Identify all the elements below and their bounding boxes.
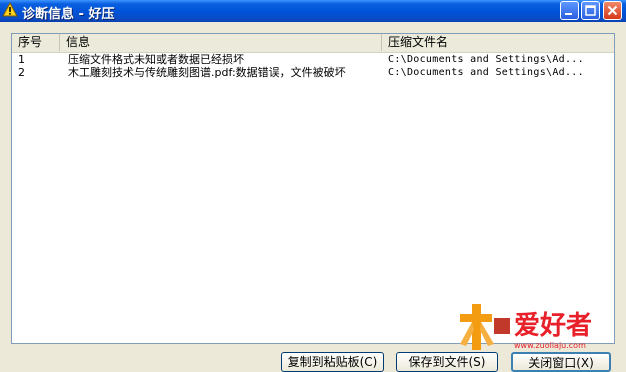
minimize-icon (565, 13, 572, 15)
column-header-message[interactable]: 信息 (60, 34, 382, 51)
maximize-button[interactable] (581, 1, 600, 20)
diagnostics-list[interactable]: 序号 信息 压缩文件名 1 压缩文件格式未知或者数据已经损坏 C:\Docume… (11, 33, 615, 344)
minimize-button[interactable] (560, 1, 579, 20)
window-title: 诊断信息 - 好压 (22, 7, 115, 22)
copy-to-clipboard-button[interactable]: 复制到粘贴板(C) (281, 352, 384, 372)
table-row[interactable]: 1 压缩文件格式未知或者数据已经损坏 C:\Documents and Sett… (12, 53, 614, 66)
maximize-icon (585, 5, 596, 16)
close-button[interactable] (603, 1, 622, 20)
list-header: 序号 信息 压缩文件名 (12, 34, 614, 53)
row-index: 2 (18, 66, 25, 79)
save-to-file-button[interactable]: 保存到文件(S) (396, 352, 498, 372)
watermark-brand-text: 爱好者 (514, 311, 592, 341)
close-window-button[interactable]: 关闭窗口(X) (511, 352, 611, 372)
row-message: 木工雕刻技术与传统雕刻图谱.pdf:数据错误，文件被破坏 (68, 66, 346, 79)
column-header-index[interactable]: 序号 (12, 34, 60, 51)
watermark-logo: 爱好者 www.zuoliaju.com (460, 304, 592, 350)
column-header-archive[interactable]: 压缩文件名 (382, 34, 612, 51)
title-bar[interactable]: 诊断信息 - 好压 (0, 0, 626, 22)
table-row[interactable]: 2 木工雕刻技术与传统雕刻图谱.pdf:数据错误，文件被破坏 C:\Docume… (12, 66, 614, 79)
watermark-url: www.zuoliaju.com (514, 341, 586, 350)
row-index: 1 (18, 53, 25, 66)
warning-icon (2, 2, 18, 17)
row-message: 压缩文件格式未知或者数据已经损坏 (68, 53, 244, 66)
row-archive: C:\Documents and Settings\Ad... (388, 67, 584, 78)
close-icon (607, 5, 618, 16)
row-archive: C:\Documents and Settings\Ad... (388, 54, 584, 65)
